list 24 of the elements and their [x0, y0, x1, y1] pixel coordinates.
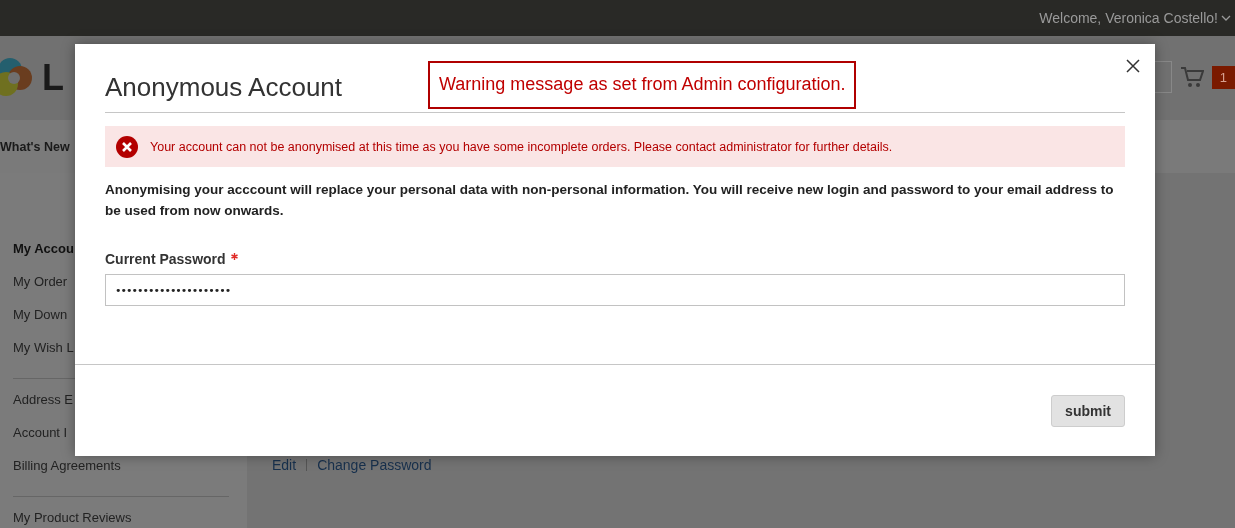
field-label: Current Password	[105, 251, 226, 267]
cart-count-badge: 1	[1211, 65, 1235, 89]
sidebar-item[interactable]: My Accou	[13, 241, 74, 274]
close-icon[interactable]	[1126, 59, 1140, 73]
modal-title: Anonymous Account	[105, 72, 343, 103]
link[interactable]: Change Password	[317, 457, 432, 473]
sidebar-item[interactable]: My Product Reviews	[13, 510, 132, 528]
sidebar-item[interactable]: My Order	[13, 274, 68, 307]
submit-button[interactable]: submit	[1051, 395, 1125, 427]
sidebar-item[interactable]: Billing Agreements	[13, 458, 121, 491]
chevron-down-icon	[1221, 14, 1231, 22]
sidebar-item[interactable]: My Down	[13, 307, 68, 340]
sidebar-item[interactable]: My Wish L	[13, 340, 74, 373]
logo-text: L	[42, 57, 64, 99]
sidebar-item[interactable]: Account I	[13, 425, 68, 458]
password-field[interactable]: •••••••••••••••••••••	[105, 274, 1125, 306]
nav-item[interactable]: What's New	[0, 139, 70, 154]
link[interactable]: Edit	[272, 457, 297, 473]
error-text: Your account can not be anonymised at this time as you have some incomplete orders. Please contact administrator for further details.	[150, 139, 893, 154]
error-icon	[116, 135, 138, 158]
welcome-menu[interactable]: Welcome, Veronica Costello!	[1039, 10, 1231, 26]
description-text: Anonymising your acccount will replace your personal data with non-personal information. You will receive new login and password to your email address to be used from now onwards.	[105, 181, 1115, 220]
warning-message: Warning message as set from Admin configuration.	[428, 61, 856, 109]
sidebar-item[interactable]: Address E	[13, 392, 73, 425]
